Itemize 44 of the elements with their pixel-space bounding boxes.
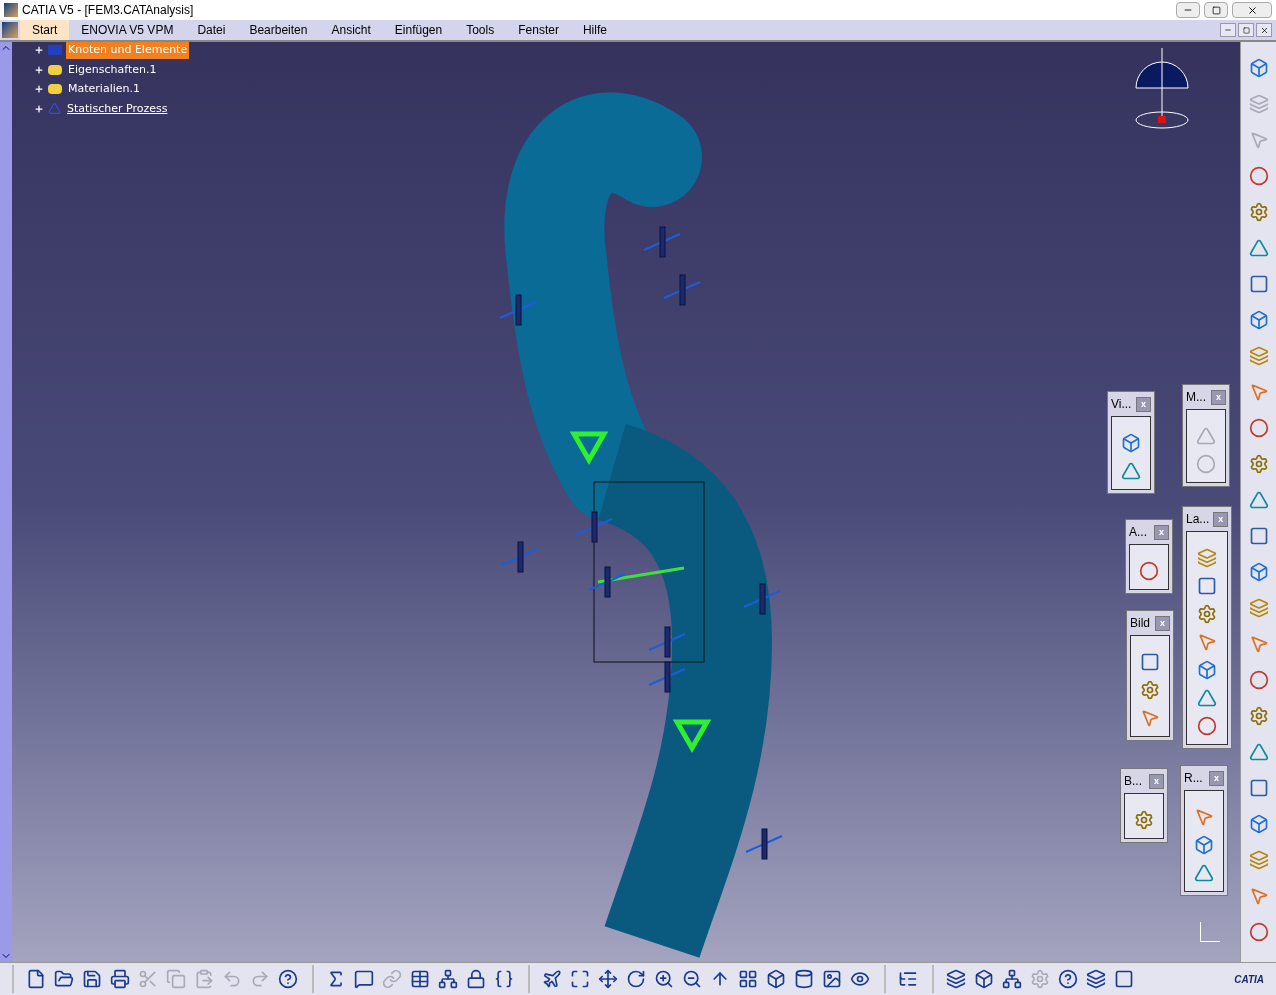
close-icon [1246, 4, 1258, 16]
tree-item[interactable]: Statischer Prozess [65, 100, 170, 117]
toolbar-title: B... [1124, 773, 1142, 790]
restore-icon [1242, 26, 1250, 34]
app-menu-icon[interactable] [2, 22, 18, 38]
minimize-document-button[interactable] [1220, 23, 1236, 37]
menu-item[interactable]: Tools [454, 20, 507, 40]
toolbar-title: A... [1129, 524, 1147, 541]
folder-icon [48, 64, 62, 75]
close-document-button[interactable] [1256, 23, 1272, 37]
expand-icon[interactable] [34, 84, 44, 95]
app-logo-icon [4, 3, 18, 17]
maximize-button[interactable] [1204, 2, 1228, 18]
process-icon [48, 102, 61, 116]
3d-viewport[interactable]: Knoten und Elemente Eigenschaften.1 Materialien.1 Statischer Prozess Vi... x M... x A... x La... x Bild x B... x R... x [12, 42, 1240, 962]
close-button[interactable] [1232, 2, 1272, 18]
menu-item[interactable]: Fenster [506, 20, 571, 40]
toolbar-title: M... [1186, 389, 1206, 406]
menu-item[interactable]: Bearbeiten [237, 20, 320, 40]
toolbar-title: La... [1186, 511, 1210, 528]
window-title: CATIA V5 - [FEM3.CATAnalysis] [22, 2, 194, 19]
mesh-icon [48, 45, 62, 56]
close-icon [1259, 25, 1269, 35]
folder-icon [48, 84, 62, 95]
toolbar-title: R... [1184, 770, 1203, 787]
menu-item[interactable]: Ansicht [319, 20, 383, 40]
minimize-button[interactable] [1176, 2, 1200, 18]
axis-icon [1200, 922, 1220, 942]
menu-item[interactable]: Einfügen [382, 20, 455, 40]
tree-item[interactable]: Eigenschaften.1 [66, 61, 159, 78]
toolbar-title: Bild [1130, 615, 1150, 632]
menu-item[interactable]: Datei [185, 20, 238, 40]
scroll-bar[interactable] [0, 42, 12, 962]
expand-icon[interactable] [34, 103, 44, 114]
expand-icon[interactable] [34, 45, 44, 56]
toolbar-title: Vi... [1111, 396, 1132, 413]
menu-item[interactable]: Hilfe [570, 20, 619, 40]
menu-item[interactable]: ENOVIA V5 VPM [69, 20, 186, 40]
menu-item[interactable]: Start [20, 20, 70, 40]
tree-item[interactable]: Materialien.1 [66, 81, 142, 98]
catia-logo: CATIA [1234, 972, 1264, 987]
minimize-icon [1224, 26, 1232, 34]
maximize-icon [1211, 5, 1221, 15]
expand-icon[interactable] [34, 64, 44, 75]
